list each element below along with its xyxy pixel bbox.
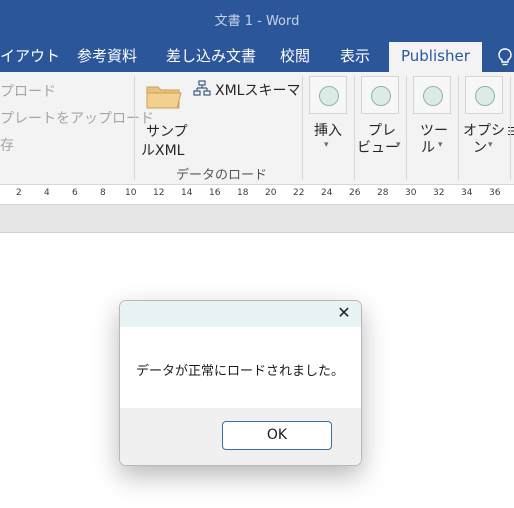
ruler-tick: 14: [181, 188, 193, 198]
ruler-tick: 16: [209, 188, 221, 198]
insert-icon: [309, 76, 347, 114]
title-bar: 文書 1 - Word: [0, 0, 514, 42]
ruler-tick: 36: [489, 188, 501, 198]
tab-review[interactable]: 校閲: [280, 42, 310, 72]
schema-tree-icon: [193, 80, 211, 96]
ruler-tick: 18: [237, 188, 249, 198]
preview-dropdown-icon[interactable]: ▾: [396, 140, 401, 150]
ruler-tick: 30: [405, 188, 417, 198]
horizontal-ruler[interactable]: 2 4 6 8 10 12 14 16 18 20 22 24 26 28 30…: [0, 185, 514, 205]
sample-xml-line1[interactable]: サンプ: [146, 121, 188, 141]
dialog-message: データが正常にロードされました。: [136, 364, 345, 379]
tab-layout[interactable]: イアウト: [0, 42, 60, 72]
group-separator: [302, 76, 303, 180]
ruler-tick: 10: [125, 188, 137, 198]
page-gap: [0, 205, 514, 233]
tab-mailings[interactable]: 差し込み文書: [166, 42, 256, 72]
tools-dropdown-icon[interactable]: ▾: [438, 140, 443, 150]
insert-dropdown-icon[interactable]: ▾: [324, 140, 329, 150]
close-icon[interactable]: ✕: [335, 304, 353, 322]
save-button-cutoff[interactable]: 存: [0, 135, 14, 155]
tab-references[interactable]: 参考資料: [77, 42, 137, 72]
ok-button[interactable]: OK: [222, 421, 332, 450]
tools-line2[interactable]: ル: [421, 137, 435, 157]
ruler-tick: 12: [153, 188, 165, 198]
ruler-tick: 32: [433, 188, 445, 198]
insert-button[interactable]: 挿入: [314, 120, 342, 140]
ruler-tick: 4: [44, 188, 50, 198]
tab-publisher[interactable]: Publisher: [389, 42, 482, 72]
tools-icon: [413, 76, 451, 114]
folder-icon: [146, 86, 182, 109]
ruler-tick: 28: [377, 188, 389, 198]
group-label-data-load: データのロード: [176, 168, 268, 183]
template-upload-button[interactable]: プレートをアップロード: [0, 108, 154, 128]
options-line2[interactable]: ン: [473, 137, 487, 157]
tab-view[interactable]: 表示: [340, 42, 370, 72]
options-dropdown-icon[interactable]: ▾: [488, 140, 493, 150]
preview-icon: [361, 76, 399, 114]
ruler-tick: 22: [293, 188, 305, 198]
preview-line2[interactable]: ビュー: [357, 137, 399, 157]
ruler-tick: 24: [321, 188, 333, 198]
group-separator: [134, 76, 135, 180]
ribbon-tab-bar: イアウト 参考資料 差し込み文書 校閲 表示 Publisher: [0, 42, 514, 72]
message-dialog: ✕ データが正常にロードされました。 OK: [119, 300, 362, 466]
ribbon-panel: プロード プレートをアップロード 存 サンプ ルXML XMLスキーマ データの…: [0, 72, 514, 185]
ruler-tick: 8: [100, 188, 106, 198]
group-separator: [406, 76, 407, 180]
ruler-tick: 6: [72, 188, 78, 198]
options-line1[interactable]: オプショ: [463, 120, 514, 140]
group-separator: [458, 76, 459, 180]
ruler-tick: 34: [461, 188, 473, 198]
lightbulb-icon[interactable]: [497, 47, 513, 67]
xml-schema-button[interactable]: XMLスキーマ: [215, 80, 300, 100]
dialog-footer: OK: [120, 408, 361, 465]
ruler-tick: 26: [349, 188, 361, 198]
group-separator: [354, 76, 355, 180]
sample-xml-line2[interactable]: ルXML: [141, 140, 184, 160]
window-title: 文書 1 - Word: [214, 14, 300, 29]
ruler-tick: 20: [265, 188, 277, 198]
ruler-tick: 2: [16, 188, 22, 198]
group-separator: [510, 76, 511, 180]
dialog-header: ✕: [120, 301, 361, 327]
options-icon: [465, 76, 503, 114]
upload-button[interactable]: プロード: [0, 81, 56, 101]
